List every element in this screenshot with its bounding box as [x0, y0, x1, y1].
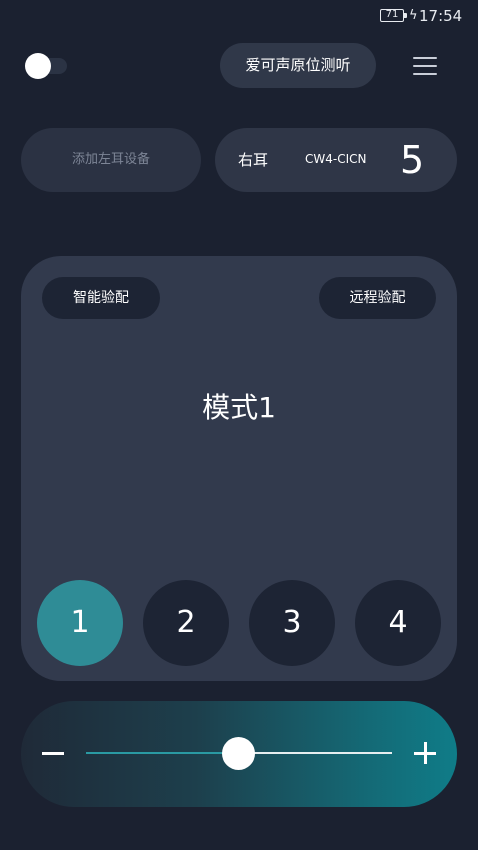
plus-icon-vertical-stroke[interactable]	[424, 742, 427, 764]
minus-icon[interactable]	[42, 752, 64, 755]
mode-button-4[interactable]: 4	[355, 580, 441, 666]
status-bar: 71 ϟ 17:54	[0, 0, 478, 34]
status-time: 17:54	[419, 7, 463, 25]
right-ear-label: 右耳	[238, 151, 269, 169]
hamburger-menu-icon[interactable]	[413, 56, 437, 76]
add-left-ear-device-button[interactable]: 添加左耳设备	[21, 128, 201, 192]
smart-fit-button[interactable]: 智能验配	[42, 277, 160, 319]
mode-title: 模式1	[202, 391, 276, 424]
remote-fit-button[interactable]: 远程验配	[319, 277, 436, 319]
right-ear-volume-value: 5	[400, 138, 425, 182]
battery-icon: 71	[380, 9, 404, 22]
toggle-knob	[25, 53, 51, 79]
battery-level: 71	[385, 9, 399, 20]
volume-slider-thumb[interactable]	[222, 737, 255, 770]
mode-button-1[interactable]: 1	[37, 580, 123, 666]
in-situ-hearing-test-button[interactable]: 爱可声原位测听	[220, 43, 376, 88]
lightning-icon: ϟ	[409, 8, 418, 23]
right-ear-model: CW4-CICN	[305, 152, 367, 166]
volume-track-filled[interactable]	[86, 752, 238, 754]
mode-button-3[interactable]: 3	[249, 580, 335, 666]
battery-tip	[404, 13, 407, 18]
power-toggle[interactable]	[25, 53, 69, 79]
mode-button-2[interactable]: 2	[143, 580, 229, 666]
volume-track-remaining[interactable]	[238, 752, 392, 754]
